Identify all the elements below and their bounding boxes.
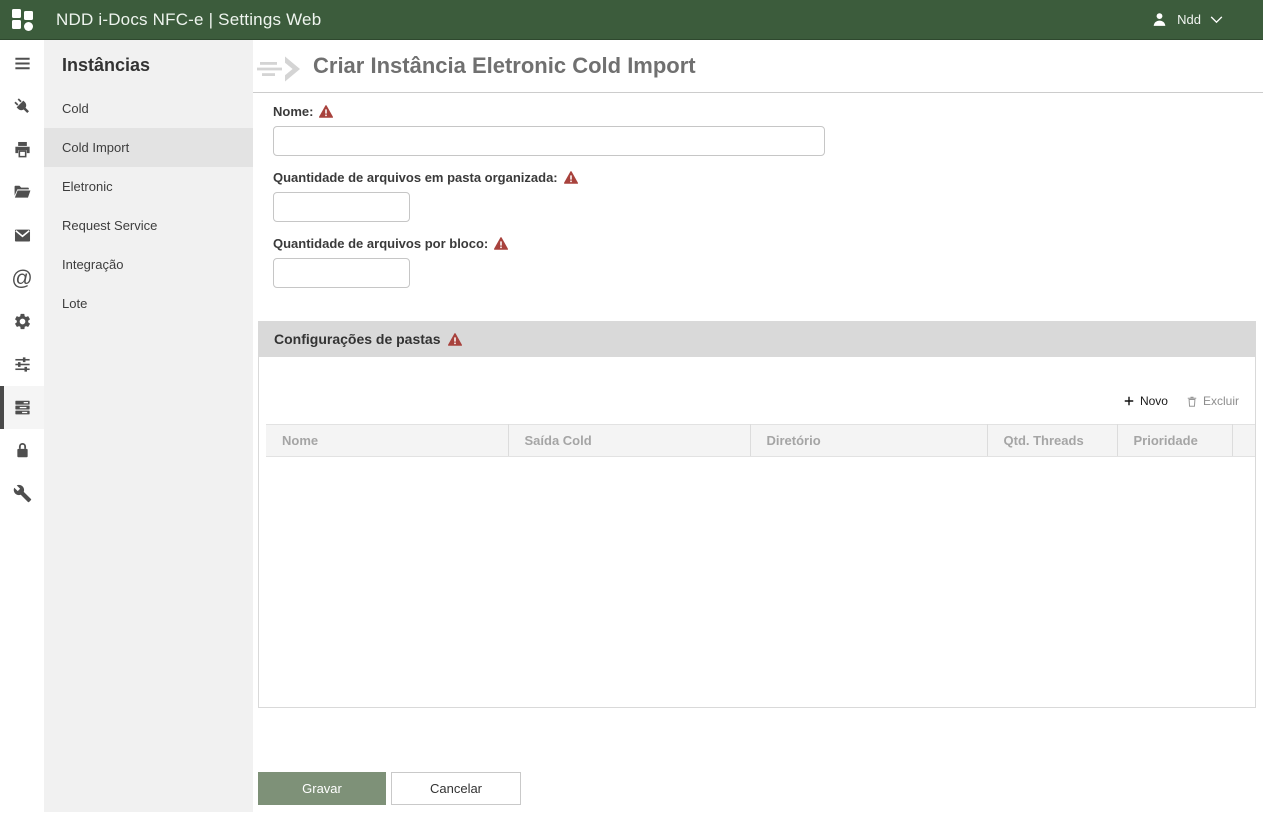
- at-icon: @: [11, 268, 32, 289]
- table-empty-area: [259, 457, 1255, 707]
- plug-icon: [13, 97, 32, 116]
- rail-instances-button[interactable]: [0, 386, 44, 429]
- col-header-qtd-threads[interactable]: Qtd. Threads: [987, 425, 1117, 457]
- section-body: Novo Excluir: [258, 357, 1256, 708]
- excluir-button[interactable]: Excluir: [1186, 394, 1239, 408]
- qtd-bloco-input[interactable]: [273, 258, 410, 288]
- field-nome-label: Nome:: [273, 104, 313, 119]
- warning-icon: [494, 237, 508, 250]
- wrench-icon: [13, 484, 32, 503]
- cancelar-button[interactable]: Cancelar: [391, 772, 521, 805]
- chevron-down-icon: [1210, 16, 1223, 24]
- col-header-nome[interactable]: Nome: [266, 425, 508, 457]
- user-name: Ndd: [1177, 12, 1201, 27]
- folder-open-icon: [13, 183, 32, 202]
- plus-icon: [1123, 395, 1135, 407]
- col-header-diretorio[interactable]: Diretório: [750, 425, 987, 457]
- page-title: Criar Instância Eletronic Cold Import: [313, 53, 696, 79]
- sidebar-item-cold[interactable]: Cold: [44, 89, 253, 128]
- field-nome-label-row: Nome:: [273, 104, 1263, 119]
- rail-folders-button[interactable]: [0, 171, 44, 214]
- app-logo: [0, 8, 46, 31]
- warning-icon: [319, 105, 333, 118]
- section-header: Configurações de pastas: [258, 321, 1256, 357]
- rail-settings-button[interactable]: [0, 300, 44, 343]
- section-title: Configurações de pastas: [274, 331, 441, 347]
- user-icon: [1151, 11, 1168, 28]
- table-header-row: Nome Saída Cold Diretório Qtd. Threads P…: [266, 425, 1255, 457]
- rail-tools-button[interactable]: [0, 472, 44, 515]
- rail-parameters-button[interactable]: [0, 343, 44, 386]
- novo-button[interactable]: Novo: [1123, 394, 1168, 408]
- excluir-label: Excluir: [1203, 394, 1239, 408]
- warning-icon: [564, 171, 578, 184]
- sidebar-item-eletronic[interactable]: Eletronic: [44, 167, 253, 206]
- icon-rail: @: [0, 40, 44, 812]
- warning-icon: [448, 333, 462, 346]
- sidebar-item-cold-import[interactable]: Cold Import: [44, 128, 253, 167]
- top-bar: NDD i-Docs NFC-e | Settings Web Ndd: [0, 0, 1263, 40]
- lock-icon: [13, 441, 32, 460]
- app-title: NDD i-Docs NFC-e | Settings Web: [56, 10, 321, 30]
- gravar-button[interactable]: Gravar: [258, 772, 386, 805]
- sidebar-title: Instâncias: [44, 40, 253, 89]
- qtd-pasta-input[interactable]: [273, 192, 410, 222]
- page-header-arrow-icon: [257, 54, 305, 84]
- main-panel: Criar Instância Eletronic Cold Import No…: [253, 40, 1263, 812]
- form-actions: Gravar Cancelar: [253, 708, 1263, 805]
- rail-printers-button[interactable]: [0, 128, 44, 171]
- rail-at-button[interactable]: @: [0, 257, 44, 300]
- nome-input[interactable]: [273, 126, 825, 156]
- sidebar-item-integracao[interactable]: Integração: [44, 245, 253, 284]
- folders-table: Nome Saída Cold Diretório Qtd. Threads P…: [266, 424, 1255, 457]
- trash-icon: [1186, 395, 1198, 408]
- field-qtd-pasta-label: Quantidade de arquivos em pasta organiza…: [273, 170, 558, 185]
- gear-icon: [13, 312, 32, 331]
- form-area: Nome: Quantidade de arquivos em pasta or…: [253, 93, 1263, 302]
- field-qtd-bloco-label-row: Quantidade de arquivos por bloco:: [273, 236, 1263, 251]
- servers-icon: [13, 398, 32, 417]
- col-header-spacer: [1232, 425, 1255, 457]
- col-header-prioridade[interactable]: Prioridade: [1117, 425, 1232, 457]
- field-qtd-bloco-label: Quantidade de arquivos por bloco:: [273, 236, 488, 251]
- sidebar: Instâncias Cold Cold Import Eletronic Re…: [44, 40, 253, 812]
- field-nome: Nome:: [273, 104, 1263, 156]
- rail-security-button[interactable]: [0, 429, 44, 472]
- sidebar-item-request-service[interactable]: Request Service: [44, 206, 253, 245]
- field-qtd-pasta-label-row: Quantidade de arquivos em pasta organiza…: [273, 170, 1263, 185]
- rail-menu-button[interactable]: [0, 42, 44, 85]
- folder-config-section: Configurações de pastas Novo: [258, 321, 1256, 708]
- grid-toolbar: Novo Excluir: [259, 357, 1255, 424]
- page-header: Criar Instância Eletronic Cold Import: [253, 40, 1263, 93]
- user-menu[interactable]: Ndd: [1151, 11, 1263, 28]
- rail-mail-button[interactable]: [0, 214, 44, 257]
- mail-icon: [13, 226, 32, 245]
- sidebar-item-lote[interactable]: Lote: [44, 284, 253, 323]
- menu-icon: [13, 54, 32, 73]
- field-qtd-bloco: Quantidade de arquivos por bloco:: [273, 236, 1263, 288]
- printer-icon: [13, 140, 32, 159]
- field-qtd-pasta: Quantidade de arquivos em pasta organiza…: [273, 170, 1263, 222]
- rail-connections-button[interactable]: [0, 85, 44, 128]
- logo-grid-icon: [12, 8, 35, 31]
- col-header-saida-cold[interactable]: Saída Cold: [508, 425, 750, 457]
- novo-label: Novo: [1140, 394, 1168, 408]
- sliders-icon: [13, 355, 32, 374]
